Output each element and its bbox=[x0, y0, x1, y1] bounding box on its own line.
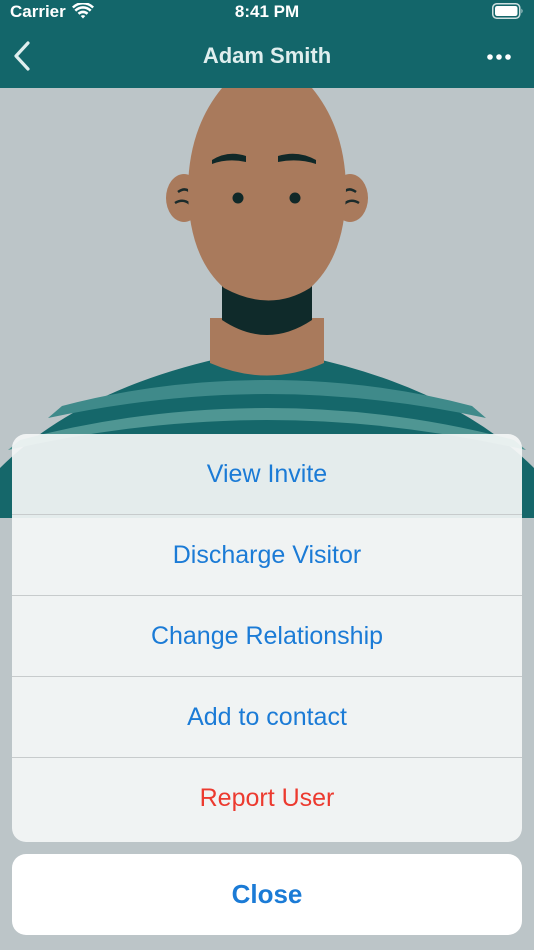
more-button[interactable] bbox=[484, 44, 514, 70]
change-relationship-button[interactable]: Change Relationship bbox=[12, 596, 522, 677]
header: Carrier 8:41 PM Adam Smith bbox=[0, 0, 534, 88]
close-button[interactable]: Close bbox=[12, 854, 522, 935]
add-to-contact-button[interactable]: Add to contact bbox=[12, 677, 522, 758]
discharge-visitor-button[interactable]: Discharge Visitor bbox=[12, 515, 522, 596]
ellipsis-icon bbox=[487, 54, 511, 60]
action-sheet: View Invite Discharge Visitor Change Rel… bbox=[12, 434, 522, 842]
nav-bar: Adam Smith bbox=[0, 30, 534, 88]
battery-icon bbox=[492, 3, 524, 19]
status-bar: Carrier 8:41 PM bbox=[0, 0, 534, 26]
nav-title: Adam Smith bbox=[202, 43, 332, 68]
report-user-button[interactable]: Report User bbox=[12, 758, 522, 842]
view-invite-button[interactable]: View Invite bbox=[12, 434, 522, 515]
contact-profile-screen: Carrier 8:41 PM Adam Smith View Invite D… bbox=[0, 0, 534, 950]
status-time: 8:41 PM bbox=[234, 2, 300, 21]
